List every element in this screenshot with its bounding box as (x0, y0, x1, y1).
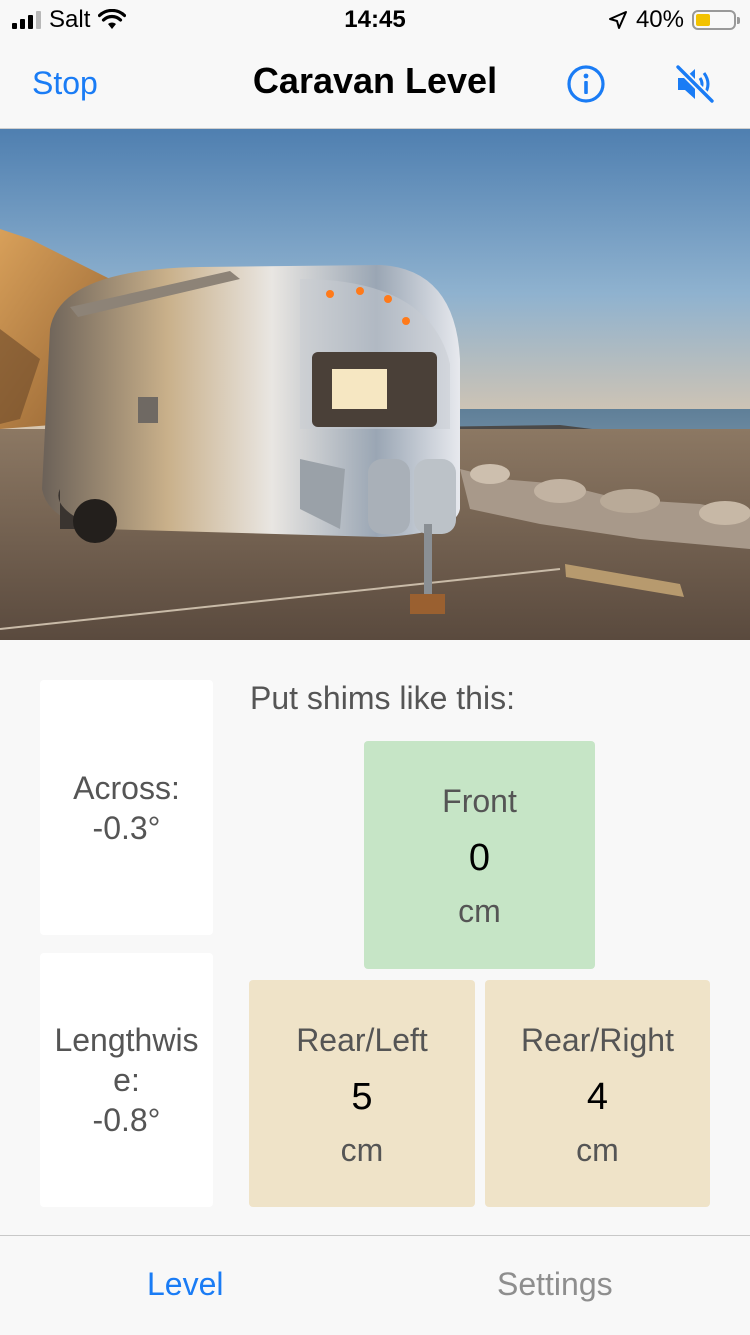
lengthwise-value: -0.8° (92, 1102, 161, 1138)
rear-left-shim-value: 5 (351, 1076, 373, 1118)
front-shim-value: 0 (468, 837, 491, 879)
front-shim-label: Front (442, 783, 517, 819)
info-icon[interactable] (566, 64, 606, 104)
location-arrow-icon (608, 11, 627, 29)
rear-right-shim-label: Rear/Right (521, 1022, 674, 1058)
across-value: -0.3° (92, 809, 161, 846)
navigation-bar: Stop Caravan Level (0, 40, 750, 129)
status-right: 40% (608, 6, 740, 34)
across-label: Across: (73, 769, 180, 806)
stop-button[interactable]: Stop (32, 65, 98, 102)
lengthwise-angle-card: Lengthwise: -0.8° (40, 953, 213, 1207)
battery-percent: 40% (635, 6, 684, 33)
status-bar: Salt 14:45 40% (0, 0, 750, 40)
rear-left-shim-unit: cm (340, 1132, 384, 1168)
rear-left-shim-label: Rear/Left (296, 1022, 428, 1058)
rear-right-shim-unit: cm (576, 1132, 619, 1168)
page-title: Caravan Level (252, 60, 498, 101)
across-angle-card: Across: -0.3° (40, 680, 213, 935)
tab-settings[interactable]: Settings (497, 1266, 613, 1303)
rear-left-shim-card: Rear/Left 5 cm (249, 980, 475, 1207)
rear-right-shim-card: Rear/Right 4 cm (485, 980, 710, 1207)
caravan-photo (0, 129, 750, 640)
rear-right-shim-value: 4 (586, 1076, 609, 1118)
lengthwise-label: Lengthwise: (54, 1022, 199, 1098)
tab-bar: Level Settings (0, 1235, 750, 1335)
front-shim-unit: cm (458, 893, 501, 929)
battery-icon (692, 10, 740, 30)
tab-level[interactable]: Level (147, 1266, 224, 1303)
battery-fill (696, 14, 710, 26)
front-shim-card: Front 0 cm (364, 741, 595, 969)
shims-prompt: Put shims like this: (250, 680, 515, 716)
speaker-muted-icon[interactable] (674, 64, 716, 104)
